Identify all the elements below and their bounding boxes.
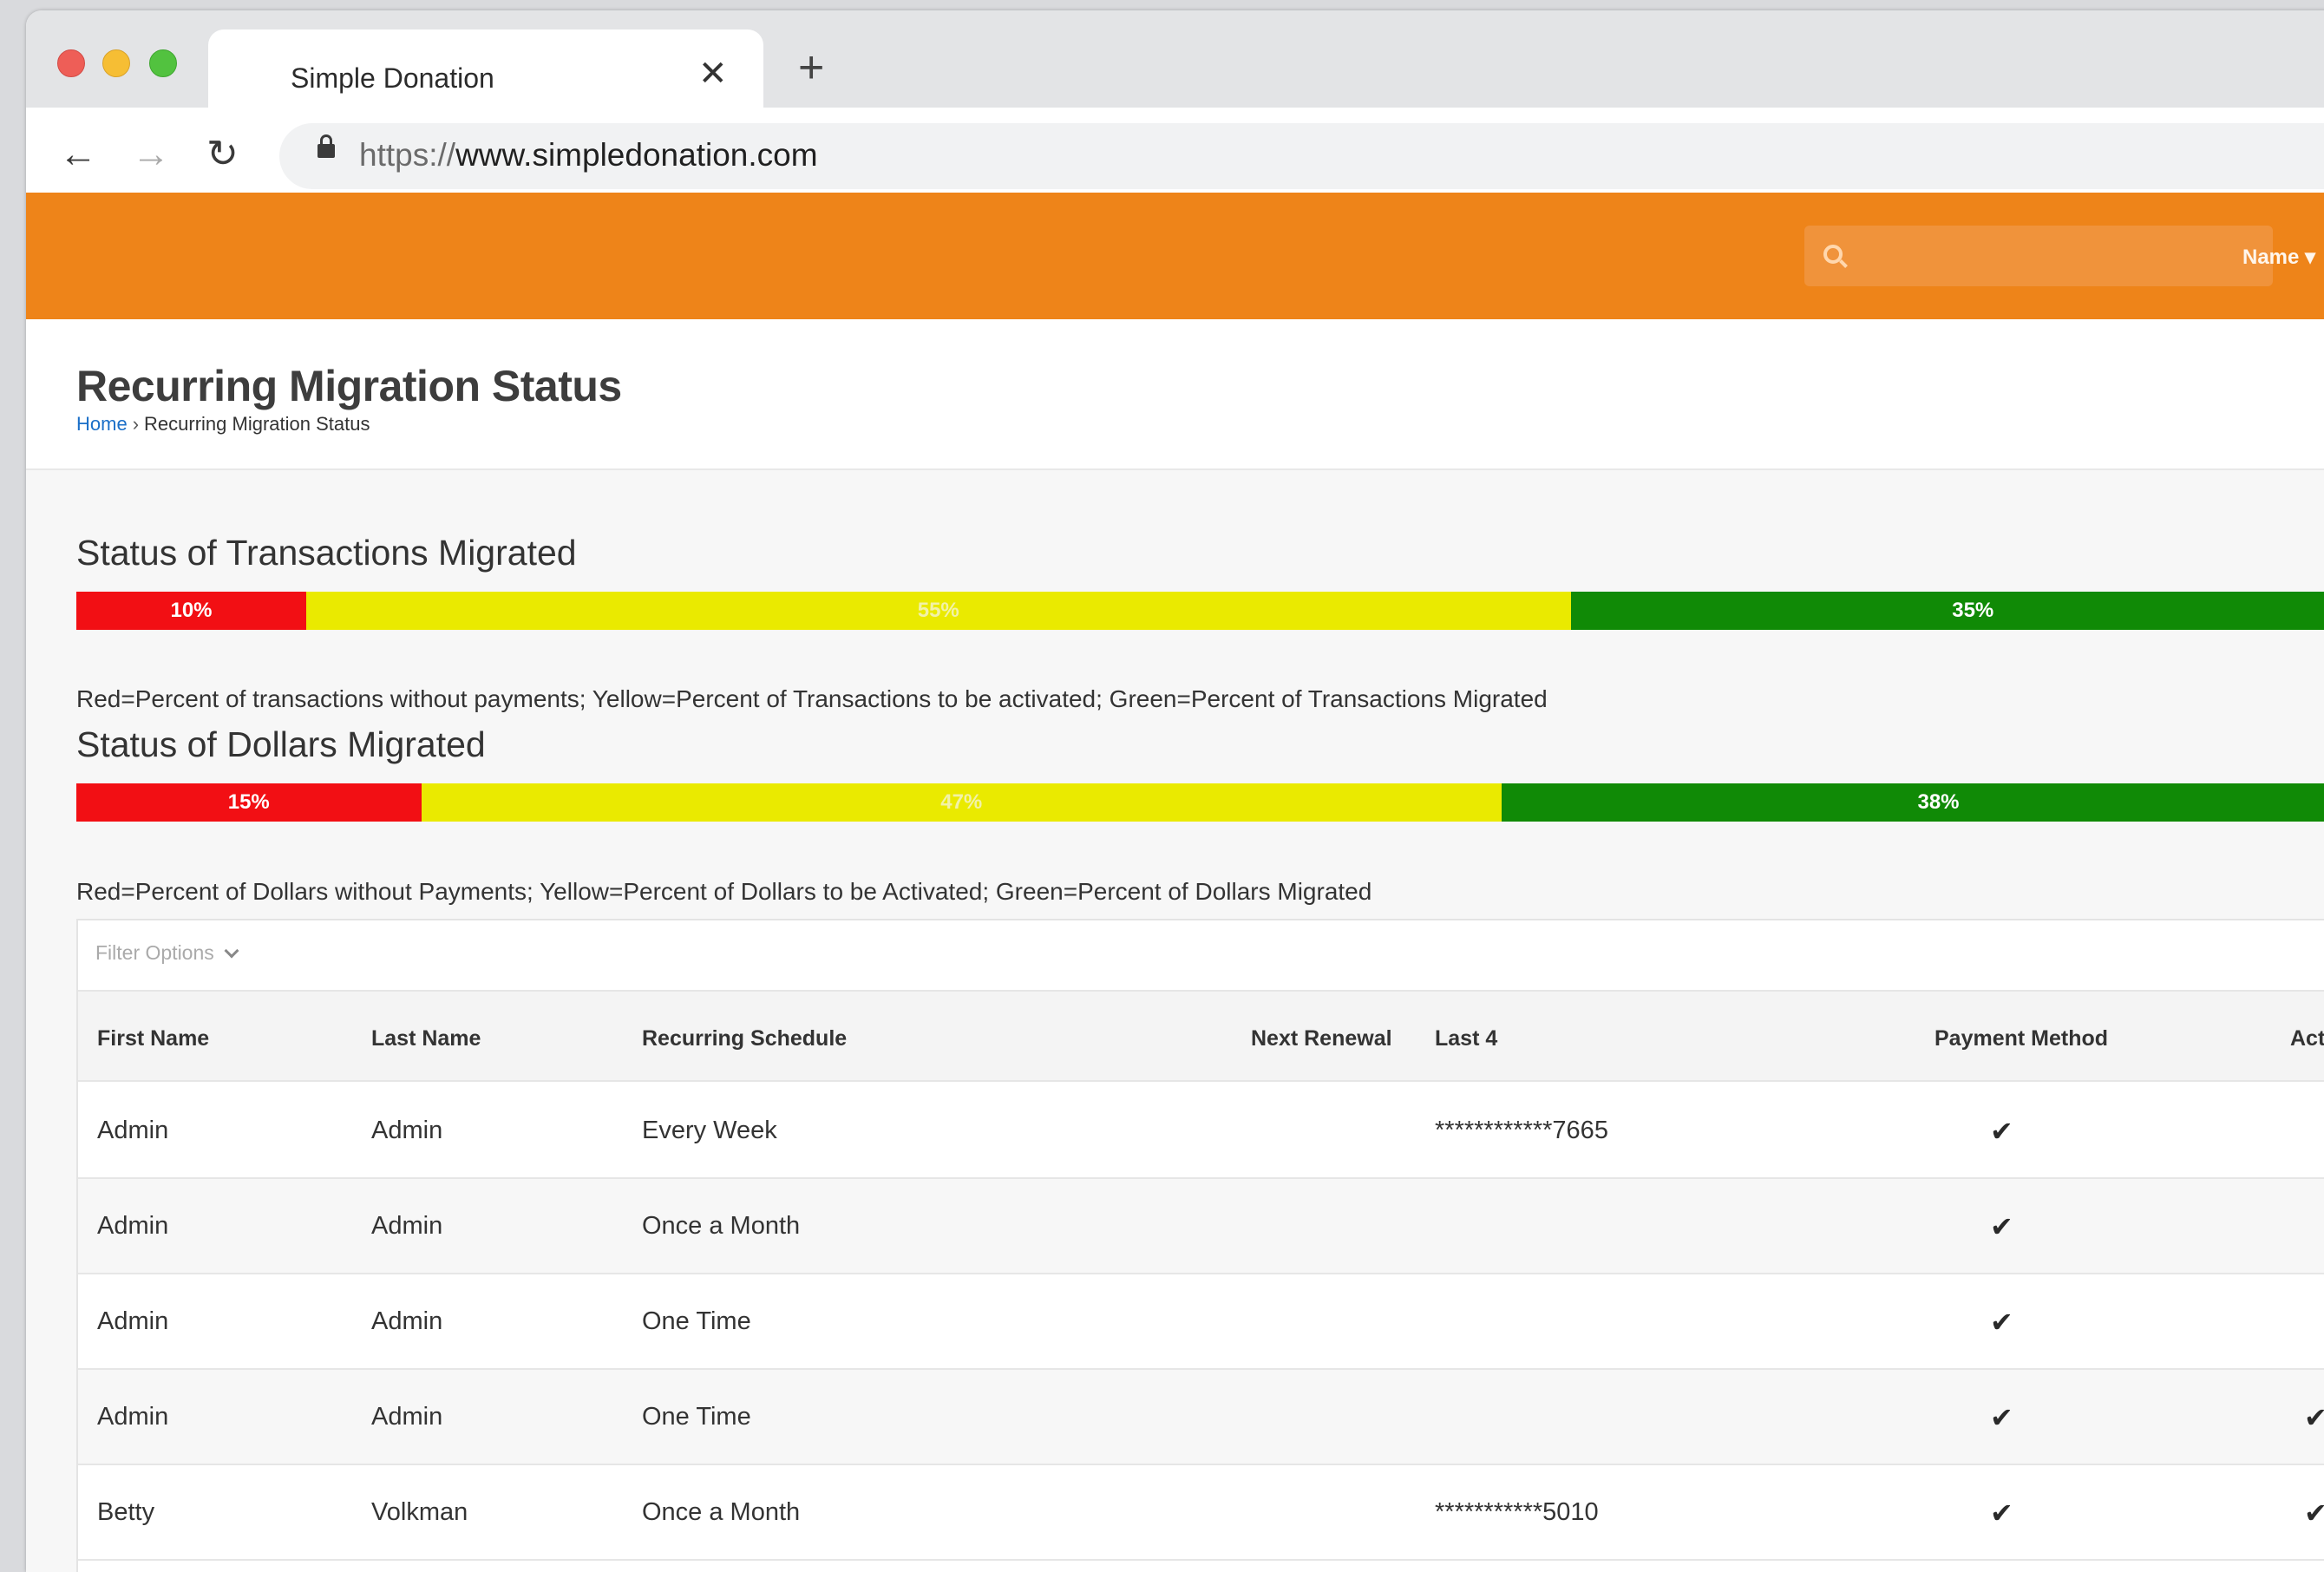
chevron-right-icon: › xyxy=(133,413,139,435)
cell-last-4: ************7665 xyxy=(1435,1117,1608,1145)
cell-last-4: ***********5010 xyxy=(1435,1498,1599,1527)
browser-window: Simple Donation ✕ + ← → ↻ https://www.si… xyxy=(26,10,2324,1572)
table-row[interactable]: Admin Admin One Time ✔ xyxy=(78,1274,2324,1370)
tab-bar: Simple Donation ✕ + xyxy=(26,10,2324,108)
cell-recurring-schedule: Once a Month xyxy=(642,1212,800,1241)
close-tab-icon[interactable]: ✕ xyxy=(698,54,728,94)
cell-first-name: Admin xyxy=(97,1307,168,1336)
lock-icon xyxy=(318,144,335,158)
transactions-legend: Red=Percent of transactions without paym… xyxy=(76,685,1548,713)
cell-first-name: Admin xyxy=(97,1117,168,1145)
search-icon xyxy=(1823,245,1843,264)
cell-recurring-schedule: One Time xyxy=(642,1307,751,1336)
checkmark-icon: ✔ xyxy=(1990,1115,2013,1148)
forward-arrow-icon[interactable]: → xyxy=(132,135,170,174)
col-activated[interactable]: Activa xyxy=(2290,1026,2324,1051)
activated-checkmark-icon: ✔ xyxy=(2304,1497,2324,1529)
activated-checkmark-icon: ✔ xyxy=(2304,1401,2324,1434)
col-last-4[interactable]: Last 4 xyxy=(1435,1026,1497,1051)
col-last-name[interactable]: Last Name xyxy=(371,1026,481,1051)
reload-icon[interactable]: ↻ xyxy=(206,135,239,174)
maximize-window-button[interactable] xyxy=(149,49,177,77)
back-arrow-icon[interactable]: ← xyxy=(59,135,97,174)
checkmark-icon: ✔ xyxy=(1990,1497,2013,1529)
url-text: https://www.simpledonation.com xyxy=(359,137,818,174)
cell-recurring-schedule: Every Week xyxy=(642,1117,777,1145)
transactions-green-segment: 35% xyxy=(1571,592,2324,630)
checkmark-icon: ✔ xyxy=(1990,1210,2013,1243)
transactions-red-segment: 10% xyxy=(76,592,306,630)
cell-first-name: Admin xyxy=(97,1403,168,1431)
col-first-name[interactable]: First Name xyxy=(97,1026,209,1051)
col-payment-method[interactable]: Payment Method xyxy=(1934,1026,2108,1051)
cell-last-name: Volkman xyxy=(371,1498,468,1527)
table-row[interactable]: Admin Admin One Time ✔ ✔ xyxy=(78,1370,2324,1465)
table-row[interactable]: Admin Admin Every Week ************7665 ✔ xyxy=(78,1084,2324,1179)
transactions-yellow-segment: 55% xyxy=(306,592,1571,630)
tab-title: Simple Donation xyxy=(291,62,494,95)
transactions-section-title: Status of Transactions Migrated xyxy=(76,533,577,573)
checkmark-icon: ✔ xyxy=(1990,1401,2013,1434)
cell-recurring-schedule: One Time xyxy=(642,1403,751,1431)
breadcrumb: Home›Recurring Migration Status xyxy=(76,413,370,436)
minimize-window-button[interactable] xyxy=(102,49,130,77)
cell-last-name: Admin xyxy=(371,1403,442,1431)
col-next-renewal[interactable]: Next Renewal xyxy=(1251,1026,1392,1051)
chevron-down-icon xyxy=(224,944,239,959)
cell-first-name: Betty xyxy=(97,1498,154,1527)
close-window-button[interactable] xyxy=(57,49,85,77)
dollars-section-title: Status of Dollars Migrated xyxy=(76,724,486,765)
page-title: Recurring Migration Status xyxy=(76,361,622,411)
table-header: First Name Last Name Recurring Schedule … xyxy=(78,990,2324,1082)
cell-last-name: Admin xyxy=(371,1212,442,1241)
table-row[interactable]: Betty Volkman Once a Month ***********5010 ✔… xyxy=(78,1465,2324,1561)
dollars-green-segment: 38% xyxy=(1502,783,2324,822)
dollars-red-segment: 15% xyxy=(76,783,422,822)
site-header: Name ▾ xyxy=(26,193,2324,319)
checkmark-icon: ✔ xyxy=(1990,1306,2013,1339)
col-recurring-schedule[interactable]: Recurring Schedule xyxy=(642,1026,847,1051)
table-row[interactable]: Admin Admin Once a Month ✔ xyxy=(78,1179,2324,1274)
user-menu-dropdown[interactable]: Name ▾ xyxy=(2242,245,2315,270)
url-input[interactable]: https://www.simpledonation.com xyxy=(279,123,2324,189)
cell-last-name: Admin xyxy=(371,1117,442,1145)
search-input[interactable] xyxy=(1804,226,2273,286)
cell-last-name: Admin xyxy=(371,1307,442,1336)
donors-table-panel: Filter Options First Name Last Name Recu… xyxy=(76,919,2324,1572)
filter-options-toggle[interactable]: Filter Options xyxy=(95,941,237,965)
browser-tab[interactable]: Simple Donation ✕ xyxy=(208,29,763,109)
cell-recurring-schedule: Once a Month xyxy=(642,1498,800,1527)
dollars-legend: Red=Percent of Dollars without Payments;… xyxy=(76,878,1371,906)
dollars-progress-bar: 15% 47% 38% xyxy=(76,783,2324,822)
breadcrumb-home-link[interactable]: Home xyxy=(76,413,128,435)
breadcrumb-current: Recurring Migration Status xyxy=(144,413,370,435)
page-heading: Recurring Migration Status Home›Recurrin… xyxy=(26,319,2324,470)
address-bar: ← → ↻ https://www.simpledonation.com xyxy=(26,108,2324,203)
transactions-progress-bar: 10% 55% 35% xyxy=(76,592,2324,630)
dollars-yellow-segment: 47% xyxy=(422,783,1502,822)
new-tab-button[interactable]: + xyxy=(798,45,824,90)
cell-first-name: Admin xyxy=(97,1212,168,1241)
